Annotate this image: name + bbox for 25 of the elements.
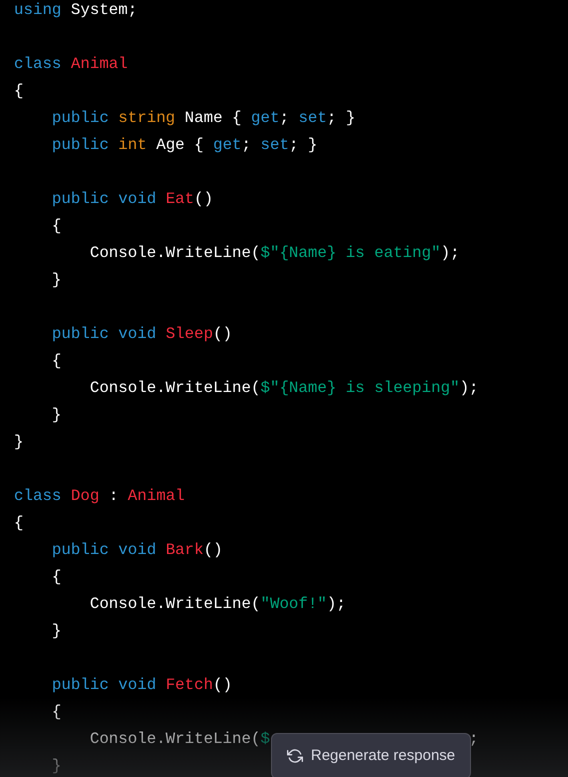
code-line: public void Eat() xyxy=(50,190,214,208)
code-line: class Animal xyxy=(14,55,128,73)
code-line: public void Bark() xyxy=(50,541,223,559)
code-line: { xyxy=(14,514,24,532)
code-line: { xyxy=(50,217,62,235)
code-line: } xyxy=(50,757,62,775)
code-line: } xyxy=(50,406,62,424)
code-line: Console.WriteLine($"{Name} is sleeping"); xyxy=(88,379,479,397)
code-line: public string Name { get; set; } xyxy=(50,109,356,127)
code-line: class Dog : Animal xyxy=(14,487,185,505)
code-line: } xyxy=(50,271,62,289)
code-line: public void Fetch() xyxy=(50,676,232,694)
code-line: Console.WriteLine($"{Name} is eating"); xyxy=(88,244,460,262)
code-line: public int Age { get; set; } xyxy=(50,136,318,154)
code-line: { xyxy=(50,703,62,721)
code-line: { xyxy=(50,568,62,586)
code-line: } xyxy=(50,622,62,640)
code-line: { xyxy=(50,352,62,370)
code-line: using System; xyxy=(14,1,138,19)
code-line: public void Sleep() xyxy=(50,325,232,343)
regenerate-button[interactable]: Regenerate response xyxy=(271,733,471,777)
code-line: Console.WriteLine("Woof!"); xyxy=(88,595,346,613)
code-line: } xyxy=(14,433,24,451)
code-line: { xyxy=(14,82,24,100)
refresh-icon xyxy=(286,748,303,764)
